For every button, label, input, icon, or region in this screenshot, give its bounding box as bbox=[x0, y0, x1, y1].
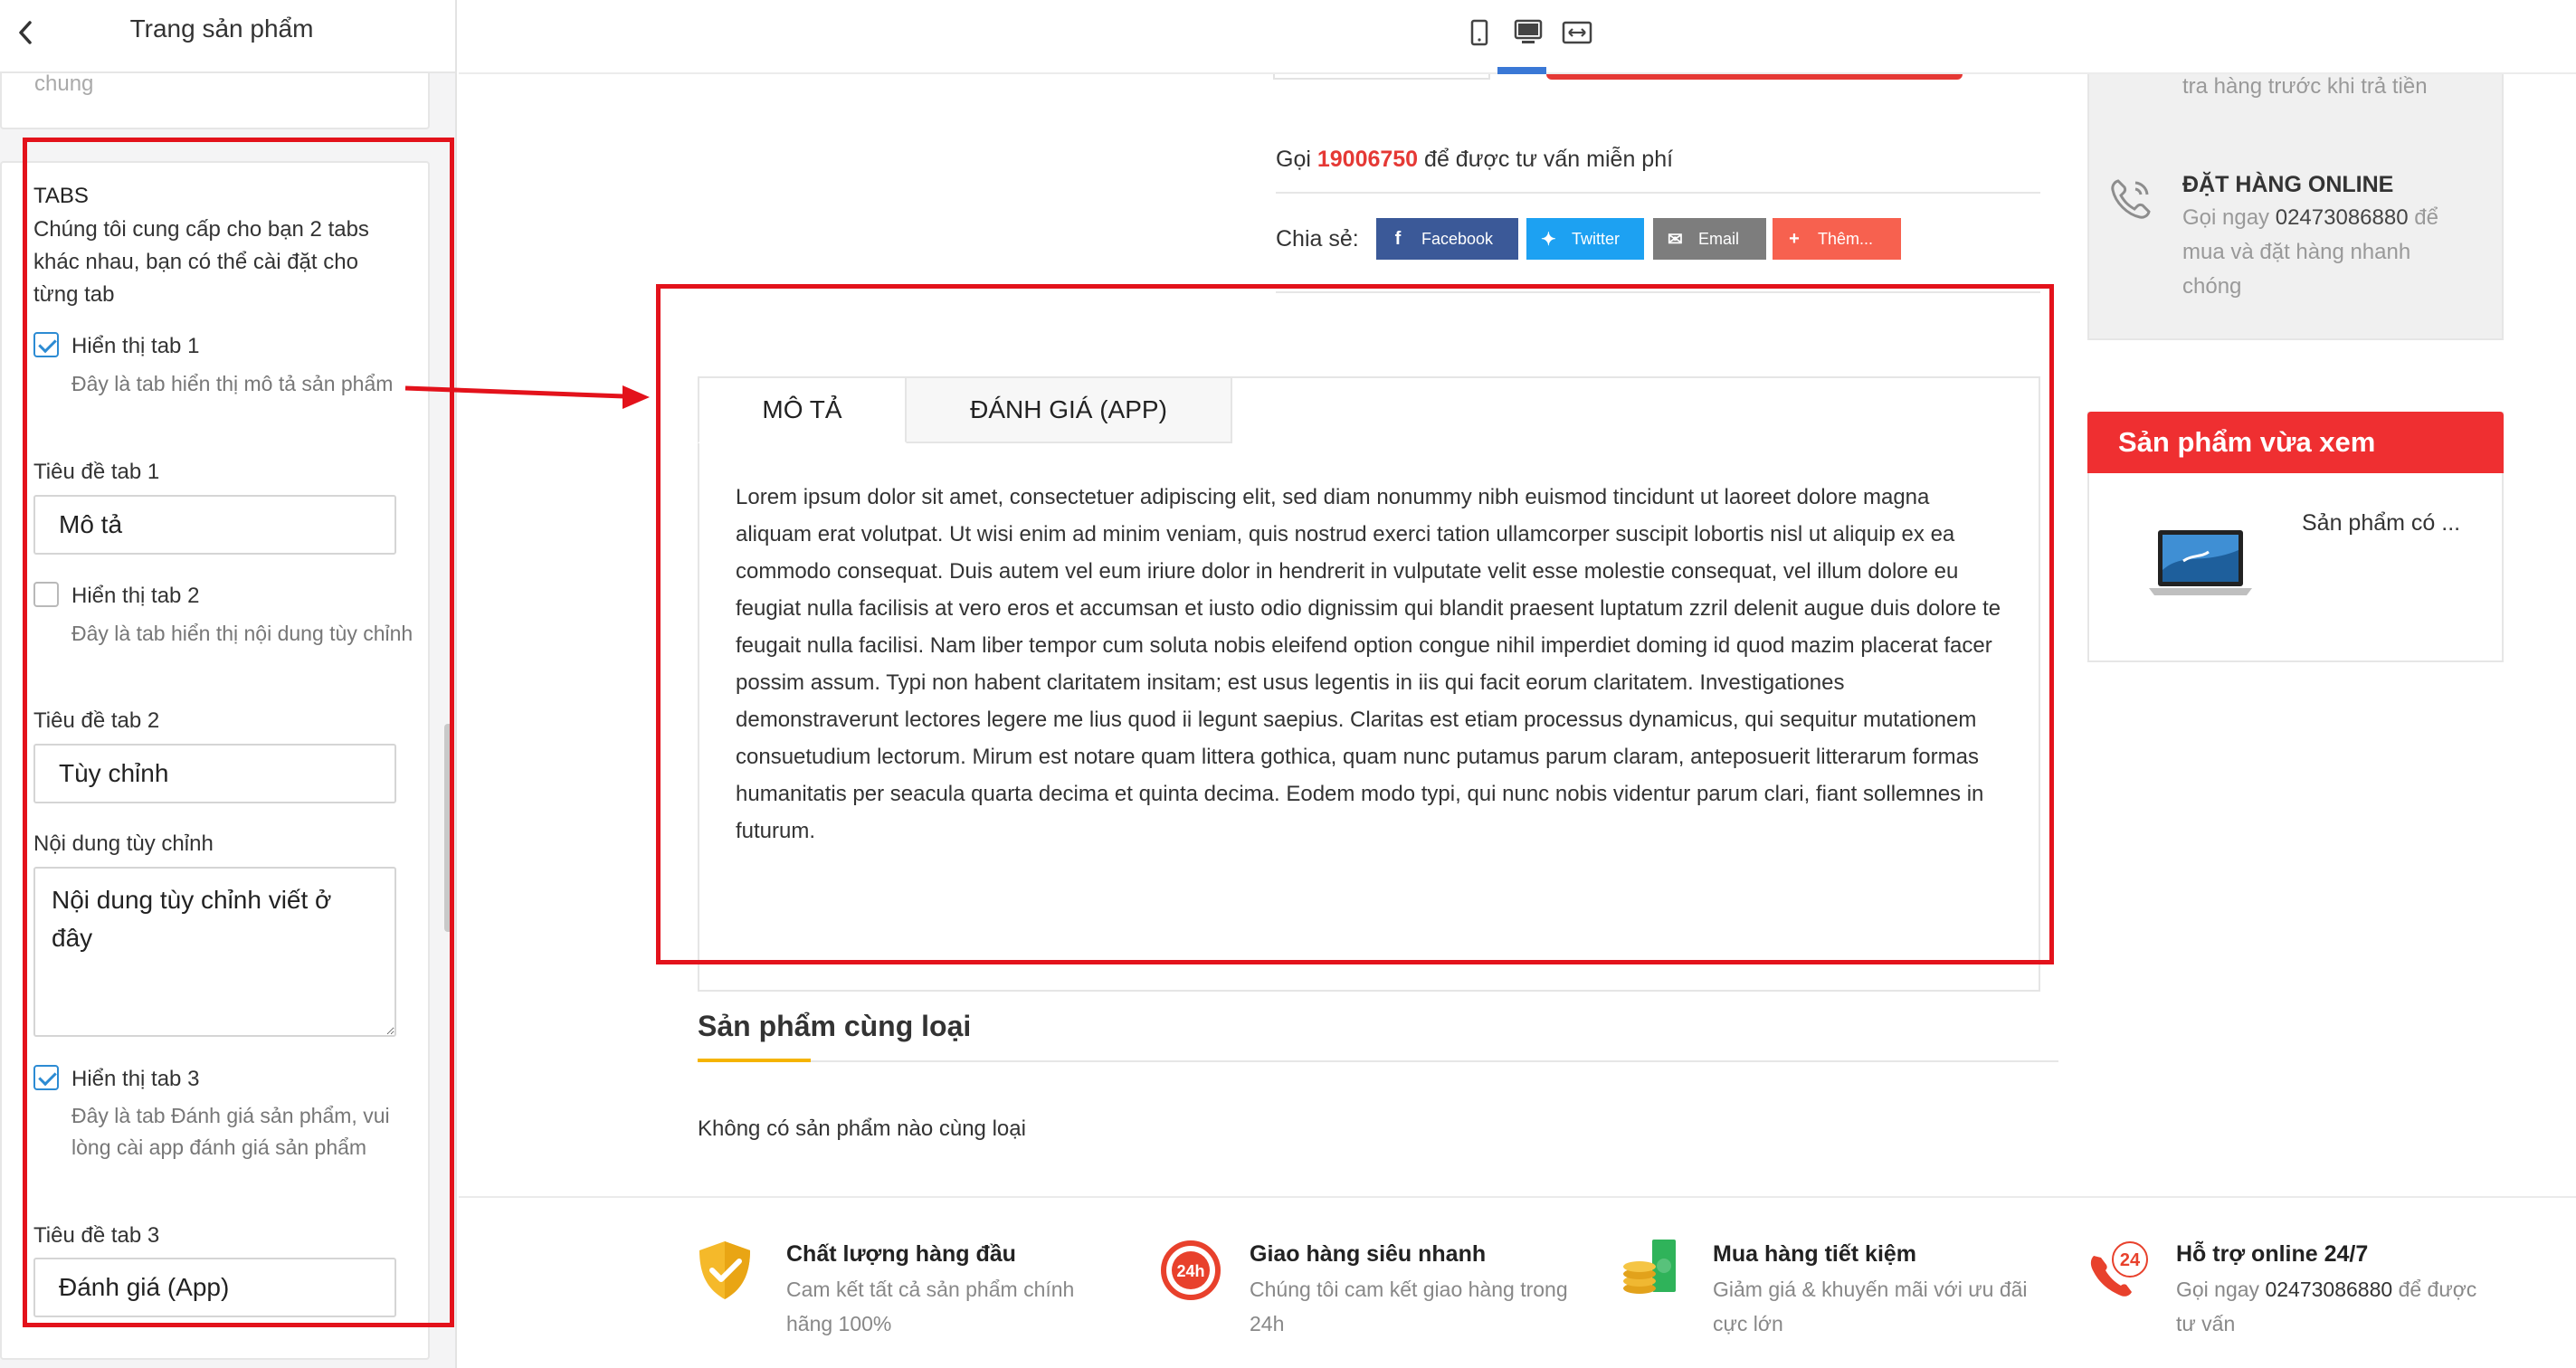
feature-title: Giao hàng siêu nhanh bbox=[1250, 1241, 1487, 1267]
show-tab3-label: Hiển thị tab 3 bbox=[71, 1067, 200, 1091]
sidebar-header: Trang sản phẩm bbox=[0, 0, 455, 73]
recently-viewed-title: Sản phẩm vừa xem bbox=[2087, 412, 2504, 473]
device-toolbar bbox=[459, 0, 2576, 74]
facebook-icon: f bbox=[1394, 228, 1402, 249]
phone-call-icon bbox=[2111, 179, 2151, 219]
twitter-icon: ✦ bbox=[1541, 229, 1556, 250]
shield-check-icon bbox=[699, 1241, 750, 1299]
feature-desc: Gọi ngay 02473086880 để được tư vấn bbox=[2176, 1272, 2502, 1341]
call-prefix: Gọi bbox=[1276, 147, 1311, 172]
share-email-button[interactable]: ✉ Email bbox=[1653, 218, 1766, 260]
divider bbox=[1276, 291, 2040, 293]
order-phone[interactable]: 02473086880 bbox=[2276, 205, 2409, 230]
mobile-view-button[interactable] bbox=[1461, 14, 1497, 51]
tab3-title-label: Tiêu đề tab 3 bbox=[33, 1223, 160, 1248]
features-bar: Chất lượng hàng đầu Cam kết tất cả sản p… bbox=[459, 1196, 2576, 1368]
feature-desc: Giảm giá & khuyến mãi với ưu đãi cực lớn bbox=[1713, 1278, 2028, 1335]
email-icon: ✉ bbox=[1668, 229, 1683, 250]
divider bbox=[698, 1060, 2058, 1062]
show-tab1-checkbox[interactable] bbox=[33, 332, 59, 357]
tab3-title-input[interactable] bbox=[33, 1258, 396, 1317]
plus-icon: + bbox=[1789, 228, 1800, 249]
order-desc-prefix: Gọi ngay bbox=[2182, 205, 2270, 230]
fullwidth-view-button[interactable] bbox=[1559, 14, 1595, 51]
money-coins-icon bbox=[1623, 1240, 1676, 1294]
share-label: Chia sẻ: bbox=[1276, 226, 1359, 252]
tab1-title-label: Tiêu đề tab 1 bbox=[33, 460, 160, 484]
previous-settings-card: chung bbox=[0, 73, 430, 129]
call-consult-line: Gọi 19006750 để được tư vấn miễn phí bbox=[1276, 147, 1673, 173]
svg-text:24h: 24h bbox=[1176, 1262, 1204, 1280]
product-tabbar: MÔ TẢ ĐÁNH GIÁ (APP) bbox=[698, 376, 1232, 443]
feature-title: Mua hàng tiết kiệm bbox=[1713, 1241, 1917, 1267]
order-online-title: ĐẶT HÀNG ONLINE bbox=[2182, 172, 2394, 197]
share-facebook-label: Facebook bbox=[1421, 229, 1494, 248]
svg-text:24: 24 bbox=[2120, 1250, 2141, 1270]
tabs-section-heading: TABS bbox=[33, 184, 89, 208]
tab2-help-text: Đây là tab hiển thị nội dung tùy chỉnh bbox=[71, 622, 413, 645]
show-tab2-label: Hiển thị tab 2 bbox=[71, 584, 200, 608]
custom-content-label: Nội dung tùy chỉnh bbox=[33, 831, 214, 856]
recently-viewed-item-name[interactable]: Sản phẩm có ... bbox=[2302, 510, 2460, 537]
tab1-title-input[interactable] bbox=[33, 495, 396, 555]
share-more-label: Thêm... bbox=[1818, 229, 1874, 248]
share-more-button[interactable]: + Thêm... bbox=[1773, 218, 1901, 260]
tab1-help-text: Đây là tab hiển thị mô tả sản phẩm bbox=[71, 372, 394, 395]
feature-title: Hỗ trợ online 24/7 bbox=[2176, 1241, 2369, 1267]
tab-reviews[interactable]: ĐÁNH GIÁ (APP) bbox=[907, 376, 1232, 443]
feature-desc: Chúng tôi cam kết giao hàng trong 24h bbox=[1250, 1278, 1568, 1335]
share-facebook-button[interactable]: f Facebook bbox=[1376, 218, 1518, 260]
feature-title: Chất lượng hàng đầu bbox=[786, 1241, 1016, 1267]
call-suffix: để được tư vấn miễn phí bbox=[1424, 147, 1674, 172]
show-tab1-label: Hiển thị tab 1 bbox=[71, 334, 200, 358]
show-tab3-checkbox[interactable] bbox=[33, 1065, 59, 1090]
laptop-thumbnail[interactable] bbox=[2147, 525, 2254, 603]
support-24-phone-icon: 24 bbox=[2090, 1241, 2148, 1297]
tab-description-content: Lorem ipsum dolor sit amet, consectetuer… bbox=[736, 485, 2001, 843]
desktop-icon bbox=[1514, 19, 1543, 43]
sidebar-title: Trang sản phẩm bbox=[129, 14, 314, 43]
fullwidth-icon bbox=[1562, 21, 1592, 44]
custom-content-textarea[interactable]: Nội dung tùy chỉnh viết ở đây bbox=[33, 867, 396, 1037]
feature-phone[interactable]: 02473086880 bbox=[2265, 1278, 2392, 1301]
active-device-indicator bbox=[1497, 67, 1546, 74]
previous-section-text: chung bbox=[34, 71, 94, 96]
desktop-view-button[interactable] bbox=[1510, 14, 1546, 51]
feature-desc: Cam kết tất cả sản phẩm chính hãng 100% bbox=[786, 1278, 1075, 1335]
feature-desc-prefix: Gọi ngay bbox=[2176, 1278, 2260, 1301]
divider bbox=[1276, 192, 2040, 194]
related-products-title: Sản phẩm cùng loại bbox=[698, 1010, 972, 1042]
fast-delivery-24h-icon: 24h bbox=[1161, 1240, 1221, 1300]
related-empty-message: Không có sản phẩm nào cùng loại bbox=[698, 1116, 1026, 1141]
title-accent-bar bbox=[698, 1059, 811, 1062]
share-twitter-button[interactable]: ✦ Twitter bbox=[1526, 218, 1644, 260]
tab2-title-label: Tiêu đề tab 2 bbox=[33, 708, 160, 733]
tab2-title-input[interactable] bbox=[33, 744, 396, 803]
call-phone[interactable]: 19006750 bbox=[1317, 147, 1418, 172]
share-email-label: Email bbox=[1698, 229, 1740, 248]
buy-button-edge[interactable] bbox=[1546, 74, 1963, 80]
tabs-section-description: Chúng tôi cung cấp cho bạn 2 tabs khác n… bbox=[33, 217, 369, 307]
quantity-box-edge bbox=[1273, 74, 1490, 80]
mobile-icon bbox=[1470, 19, 1488, 46]
sidebar-scrollbar[interactable] bbox=[444, 724, 452, 932]
settings-sidebar: Trang sản phẩm chung TABS Chúng tôi cung… bbox=[0, 0, 457, 1368]
tab-description[interactable]: MÔ TẢ bbox=[698, 376, 907, 443]
support-text: tra hàng trước khi trả tiền bbox=[2182, 74, 2428, 99]
share-twitter-label: Twitter bbox=[1572, 229, 1621, 248]
order-online-desc: Gọi ngay 02473086880 để mua và đặt hàng … bbox=[2182, 201, 2472, 304]
tab3-help-text: Đây là tab Đánh giá sản phẩm, vui lòng c… bbox=[71, 1104, 390, 1159]
store-preview: Gọi 19006750 để được tư vấn miễn phí Chi… bbox=[459, 74, 2576, 1368]
show-tab2-checkbox[interactable] bbox=[33, 582, 59, 607]
